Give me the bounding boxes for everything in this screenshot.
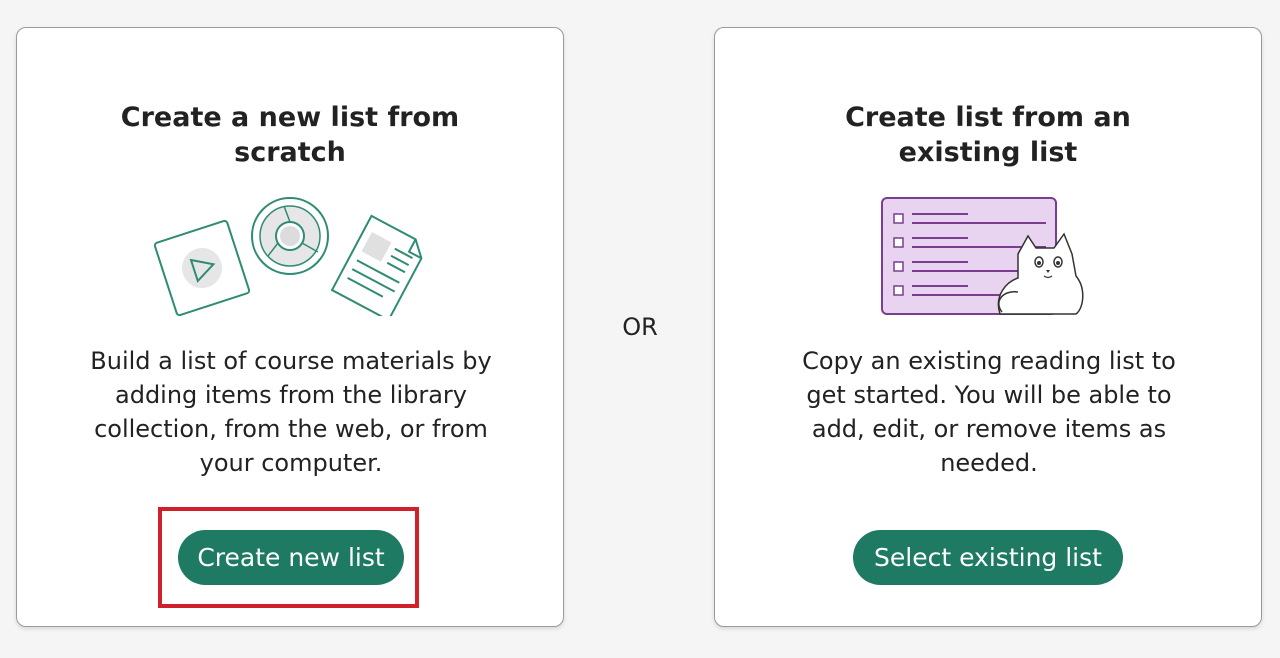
description-line: Copy an existing reading list to (802, 347, 1176, 375)
document-icon (330, 214, 423, 316)
description-line: get started. You will be able to (806, 381, 1172, 409)
card-title-line: existing list (898, 137, 1078, 168)
description-line: collection, from the web, or from (94, 415, 488, 443)
card-title-line: Create list from an (845, 102, 1131, 133)
description-line: Build a list of course materials by (90, 347, 492, 375)
description-line: add, edit, or remove items as (811, 415, 1167, 443)
existing-list-illustration (715, 196, 1261, 318)
card-title-line: Create a new list from (120, 102, 460, 133)
play-icon (153, 219, 251, 316)
chrome-icon (251, 197, 329, 275)
page: Create a new list from scratch Build a l… (0, 0, 1280, 658)
new-list-illustration (17, 196, 563, 316)
create-new-card-description: Build a list of course materials by addi… (57, 344, 525, 480)
copy-existing-list-card: Create list from an existing list Copy a… (714, 27, 1262, 627)
copy-existing-card-description: Copy an existing reading list to get sta… (755, 344, 1223, 480)
or-separator: OR (622, 313, 658, 341)
highlight-box (158, 507, 419, 608)
new-list-illustration-svg (153, 197, 423, 316)
description-line: your computer. (199, 449, 383, 477)
description-line: needed. (940, 449, 1038, 477)
description-line: adding items from the library (115, 381, 467, 409)
copy-existing-card-title: Create list from an existing list (715, 100, 1261, 170)
create-new-card-title: Create a new list from scratch (17, 100, 563, 170)
existing-list-illustration-svg (881, 197, 1084, 315)
select-existing-list-button[interactable]: Select existing list (853, 530, 1123, 585)
card-title-line: scratch (234, 137, 346, 168)
